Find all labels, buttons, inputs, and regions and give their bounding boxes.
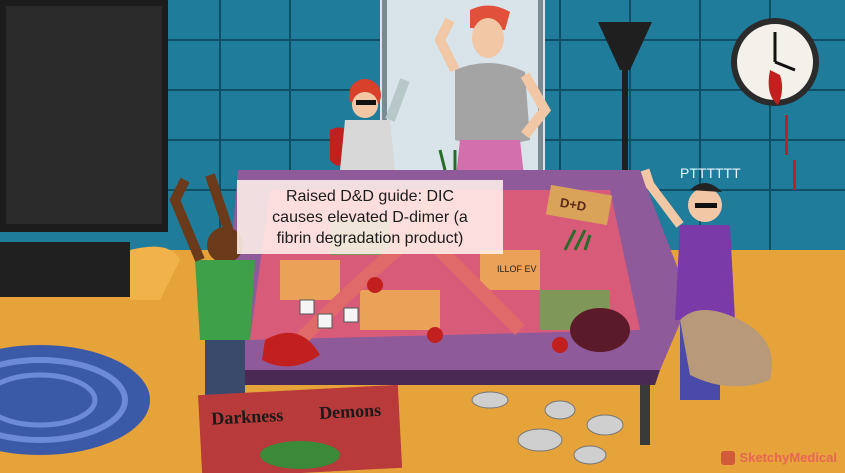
tv-stand (0, 242, 130, 297)
caption-line-1: Raised D&D guide: DIC (285, 187, 455, 205)
watermark-text: SketchyMedical (739, 450, 837, 465)
caption-box: Raised D&D guide: DIC causes elevated D-… (237, 180, 503, 254)
game-book: Darkness Demons (198, 384, 403, 473)
book-title-1: Darkness (211, 405, 284, 429)
sketchy-logo-icon (721, 450, 736, 465)
caption-line-3: fibrin degradation product) (276, 229, 464, 247)
caption-text: Raised D&D guide: DIC causes elevated D-… (272, 186, 468, 249)
caption-line-2: causes elevated D-dimer (a (272, 208, 468, 226)
wall-clock (731, 18, 819, 106)
book-title-2: Demons (319, 400, 382, 423)
watermark-logo: SketchyMedical (721, 450, 837, 465)
sound-effect-text: PTTTTTT (680, 165, 741, 181)
board-label: ILLOF EV (497, 264, 537, 274)
